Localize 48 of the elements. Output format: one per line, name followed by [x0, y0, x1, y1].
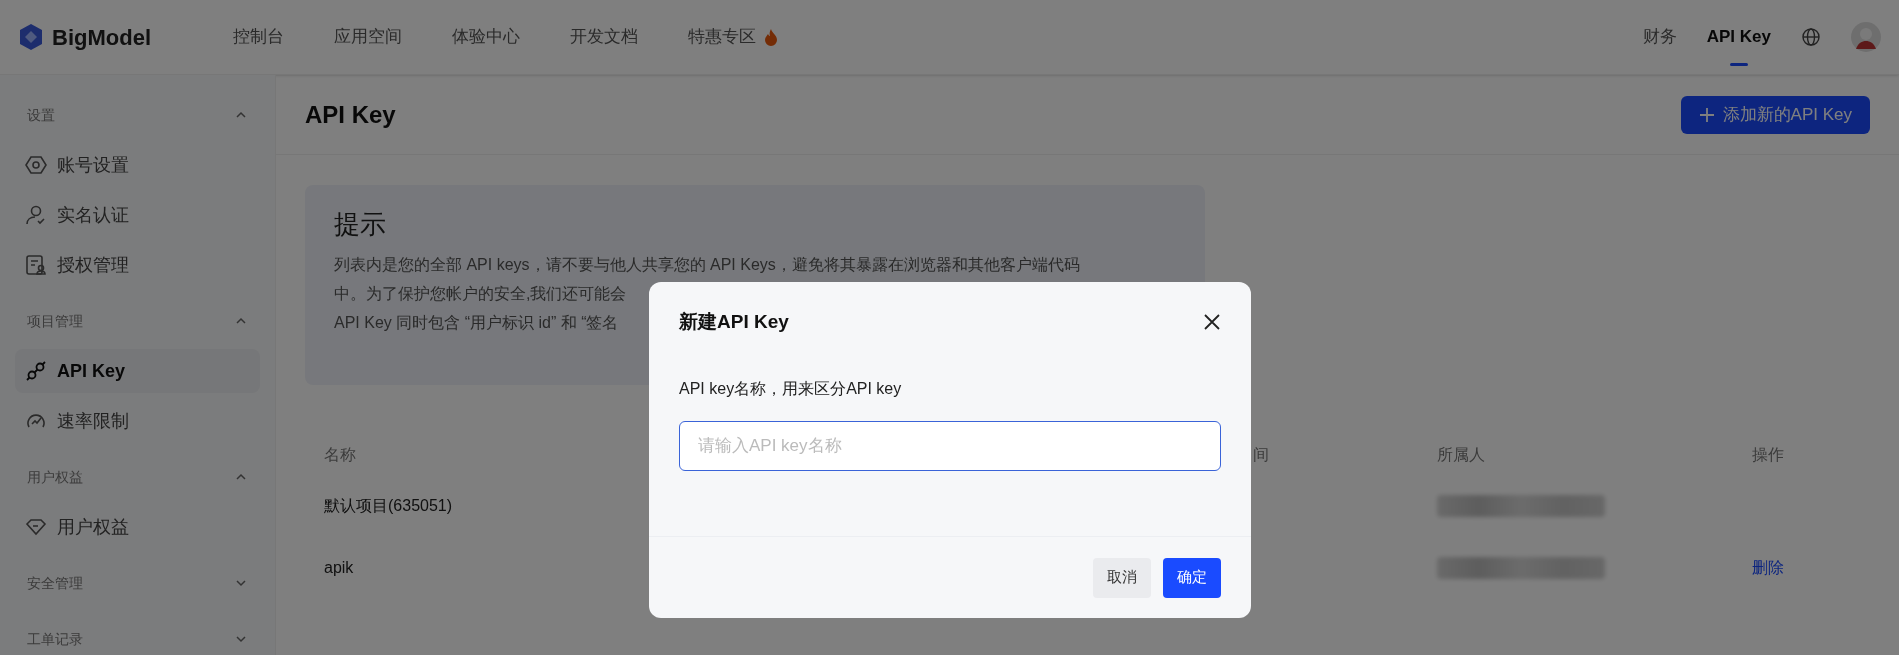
add-api-key-button[interactable]: 添加新的API Key: [1680, 95, 1870, 134]
logo-icon: [18, 23, 44, 51]
cancel-button[interactable]: 取消: [1093, 557, 1151, 598]
badge-icon: [25, 516, 47, 538]
table-cell: apik: [324, 559, 354, 576]
plus-icon: [1698, 106, 1715, 123]
field-label: API key名称，用来区分API key: [678, 378, 903, 399]
sidebar-group-title[interactable]: 用户权益: [27, 466, 83, 488]
plug-icon: [25, 360, 47, 382]
hint-text: API Key 同时包含 “用户标识 id” 和 “签名: [334, 314, 619, 331]
hint-text: 中。为了保护您帐户的安全,我们还可能会: [334, 285, 627, 302]
avatar[interactable]: [1851, 22, 1881, 52]
nav-tab[interactable]: API Key: [1706, 0, 1771, 74]
column-header: 所属人: [1437, 446, 1485, 463]
sidebar-item[interactable]: 速率限制: [15, 399, 260, 443]
column-header: 操作: [1752, 446, 1784, 463]
close-icon[interactable]: [1203, 313, 1221, 332]
hexagon-icon: [25, 154, 47, 176]
hint-title: 提示: [334, 208, 387, 241]
nav-link[interactable]: 控制台: [233, 24, 284, 50]
sidebar-group-title[interactable]: 工单记录: [27, 628, 83, 650]
sidebar-item[interactable]: API Key: [15, 349, 260, 393]
table-cell: 默认项目(635051): [324, 497, 453, 514]
modal-title: 新建API Key: [679, 310, 789, 334]
hint-text: 列表内是您的全部 API keys，请不要与他人共享您的 API Keys，避免将其暴露在浏览器和其他客户端代码: [334, 256, 1080, 273]
logo-text[interactable]: BigModel: [52, 20, 151, 54]
page-title: API Key: [305, 99, 396, 130]
user-check-icon: [25, 204, 47, 226]
nav-tab[interactable]: 财务: [1642, 0, 1677, 74]
sidebar-item[interactable]: 实名认证: [15, 193, 260, 237]
column-header: 名称: [324, 446, 356, 463]
confirm-button[interactable]: 确定: [1163, 557, 1221, 598]
sidebar-group-title[interactable]: 安全管理: [27, 572, 83, 594]
sidebar-item[interactable]: 授权管理: [15, 243, 260, 287]
nav-link[interactable]: 开发文档: [570, 24, 638, 50]
sidebar-group-title[interactable]: 项目管理: [27, 310, 83, 332]
nav-link[interactable]: 应用空间: [334, 24, 402, 50]
globe-icon[interactable]: [1801, 27, 1821, 47]
active-tab-indicator: [1729, 63, 1748, 66]
nav-link[interactable]: 特惠专区: [688, 24, 778, 50]
nav-link[interactable]: 体验中心: [452, 24, 520, 50]
delete-link[interactable]: 删除: [1752, 559, 1784, 576]
document-user-icon: [25, 254, 47, 276]
sidebar-group-title[interactable]: 设置: [27, 104, 55, 126]
sidebar-item[interactable]: 用户权益: [15, 505, 260, 549]
column-header: 间: [1253, 446, 1269, 463]
api-key-name-field[interactable]: 请输入API key名称: [679, 420, 1221, 471]
sidebar-item[interactable]: 账号设置: [15, 143, 260, 187]
